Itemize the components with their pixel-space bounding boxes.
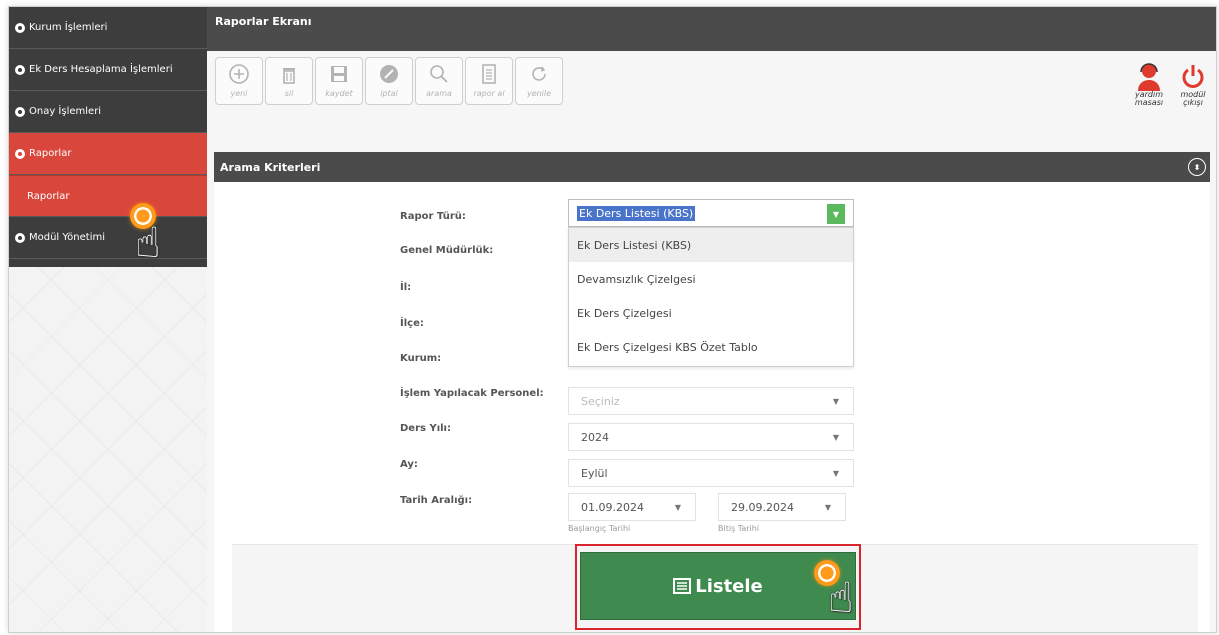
end-date-select[interactable]: 29.09.2024 ▼: [718, 493, 846, 521]
refresh-icon: [527, 62, 551, 86]
main-panel: Raporlar Ekranı yeni sil kaydet iptal ar…: [207, 7, 1216, 632]
chevron-down-icon: ▼: [832, 433, 839, 442]
right-toolbar: yardım masası modül çıkışı: [1134, 61, 1206, 107]
dropdown-option[interactable]: Ek Ders Listesi (KBS): [569, 228, 853, 262]
rapor-turu-select[interactable]: Ek Ders Listesi (KBS) ▼: [568, 199, 854, 227]
toolbar-label: iptal: [380, 89, 398, 98]
document-icon: [477, 62, 501, 86]
toolbar-label: sil: [284, 89, 294, 98]
help-desk-button[interactable]: yardım masası: [1134, 61, 1164, 107]
page-title: Raporlar Ekranı: [207, 7, 1216, 51]
il-label: İl:: [400, 282, 412, 293]
new-button[interactable]: yeni: [215, 57, 263, 105]
bullet-icon: [15, 22, 25, 33]
toolbar: yeni sil kaydet iptal arama rapor al yen…: [215, 57, 563, 105]
end-date-hint: Bitiş Tarihi: [718, 524, 760, 533]
search-criteria-header: Arama Kriterleri ⬍: [214, 152, 1210, 182]
kurum-label: Kurum:: [400, 353, 442, 364]
search-button[interactable]: arama: [415, 57, 463, 105]
toolbar-label: rapor al: [473, 89, 505, 98]
rapor-turu-dropdown: Ek Ders Listesi (KBS) Devamsızlık Çizelg…: [568, 227, 854, 367]
search-form: Rapor Türü: Genel Müdürlük: İl: İlçe: Ku…: [214, 182, 1210, 632]
ay-value: Eylül: [581, 466, 608, 480]
sidebar-item-label: Raporlar: [27, 190, 70, 202]
chevron-down-icon: ▼: [832, 397, 839, 406]
dropdown-option[interactable]: Ek Ders Çizelgesi KBS Özet Tablo: [569, 330, 853, 364]
report-button[interactable]: rapor al: [465, 57, 513, 105]
pointer-hand-icon: ☝: [828, 573, 854, 622]
start-date-hint: Başlangıç Tarihi: [568, 524, 631, 533]
bullet-icon: [15, 64, 25, 75]
ay-select[interactable]: Eylül ▼: [568, 459, 854, 487]
sidebar-menu: Kurum İşlemleri Ek Ders Hesaplama İşleml…: [9, 7, 207, 267]
start-date-select[interactable]: 01.09.2024 ▼: [568, 493, 696, 521]
cancel-icon: [377, 62, 401, 86]
chevron-down-icon: ▼: [674, 503, 681, 512]
save-icon: [327, 62, 351, 86]
module-exit-label: çıkışı: [1183, 98, 1203, 107]
list-icon: [673, 578, 692, 594]
plus-circle-icon: [227, 62, 251, 86]
rapor-turu-selected: Ek Ders Listesi (KBS): [577, 205, 696, 221]
sidebar-footer: [9, 259, 207, 267]
bullet-icon: [15, 106, 25, 117]
sidebar-item-kurum-islemleri[interactable]: Kurum İşlemleri: [9, 7, 207, 49]
ilce-label: İlçe:: [400, 318, 424, 329]
refresh-button[interactable]: yenile: [515, 57, 563, 105]
chevron-down-icon[interactable]: ▼: [827, 204, 845, 224]
ders-yili-value: 2024: [581, 430, 609, 444]
ay-label: Ay:: [400, 459, 418, 470]
bullet-icon: [15, 148, 25, 159]
cancel-button[interactable]: iptal: [365, 57, 413, 105]
sidebar-item-label: Raporlar: [29, 148, 72, 159]
collapse-toggle-icon[interactable]: ⬍: [1188, 158, 1206, 176]
ders-yili-select[interactable]: 2024 ▼: [568, 423, 854, 451]
list-button[interactable]: Listele: [580, 552, 856, 620]
chevron-down-icon: ▼: [832, 469, 839, 478]
sidebar-item-modul-yonetimi[interactable]: Modül Yönetimi: [9, 217, 207, 259]
sidebar-item-raporlar[interactable]: Raporlar: [9, 133, 207, 175]
rapor-turu-label: Rapor Türü:: [400, 211, 466, 222]
sidebar: Kurum İşlemleri Ek Ders Hesaplama İşleml…: [9, 7, 207, 632]
end-date-value: 29.09.2024: [731, 500, 794, 514]
genel-mudurluk-label: Genel Müdürlük:: [400, 245, 494, 256]
personel-label: İşlem Yapılacak Personel:: [400, 388, 544, 399]
save-button[interactable]: kaydet: [315, 57, 363, 105]
delete-button[interactable]: sil: [265, 57, 313, 105]
toolbar-label: yeni: [230, 89, 248, 98]
sidebar-item-label: Onay İşlemleri: [29, 106, 102, 117]
sidebar-item-label: Kurum İşlemleri: [29, 22, 108, 33]
personel-select[interactable]: Seçiniz ▼: [568, 387, 854, 415]
sidebar-item-onay-islemleri[interactable]: Onay İşlemleri: [9, 91, 207, 133]
search-icon: [427, 62, 451, 86]
dropdown-option[interactable]: Devamsızlık Çizelgesi: [569, 262, 853, 296]
sidebar-subitem-raporlar[interactable]: Raporlar: [9, 175, 207, 217]
power-icon: [1182, 65, 1204, 88]
dropdown-option[interactable]: Ek Ders Çizelgesi: [569, 296, 853, 330]
toolbar-label: arama: [426, 89, 452, 98]
start-date-value: 01.09.2024: [581, 500, 644, 514]
module-exit-button[interactable]: modül çıkışı: [1180, 61, 1206, 107]
bullet-icon: [15, 232, 25, 243]
tarih-araligi-label: Tarih Aralığı:: [400, 495, 473, 506]
pointer-hand-icon: ☝: [135, 218, 161, 267]
list-button-label: Listele: [695, 575, 763, 597]
ders-yili-label: Ders Yılı:: [400, 423, 451, 434]
personel-placeholder: Seçiniz: [581, 394, 620, 408]
trash-icon: [277, 62, 301, 86]
headset-user-icon: [1138, 63, 1160, 91]
help-desk-label: masası: [1134, 98, 1164, 107]
sidebar-item-label: Ek Ders Hesaplama İşlemleri: [29, 64, 173, 75]
chevron-down-icon: ▼: [824, 503, 831, 512]
section-title: Arama Kriterleri: [220, 160, 321, 174]
app-window: Kurum İşlemleri Ek Ders Hesaplama İşleml…: [8, 6, 1217, 633]
toolbar-label: yenile: [526, 89, 552, 98]
toolbar-label: kaydet: [325, 89, 353, 98]
sidebar-item-label: Modül Yönetimi: [29, 232, 105, 243]
sidebar-item-ek-ders-hesaplama[interactable]: Ek Ders Hesaplama İşlemleri: [9, 49, 207, 91]
